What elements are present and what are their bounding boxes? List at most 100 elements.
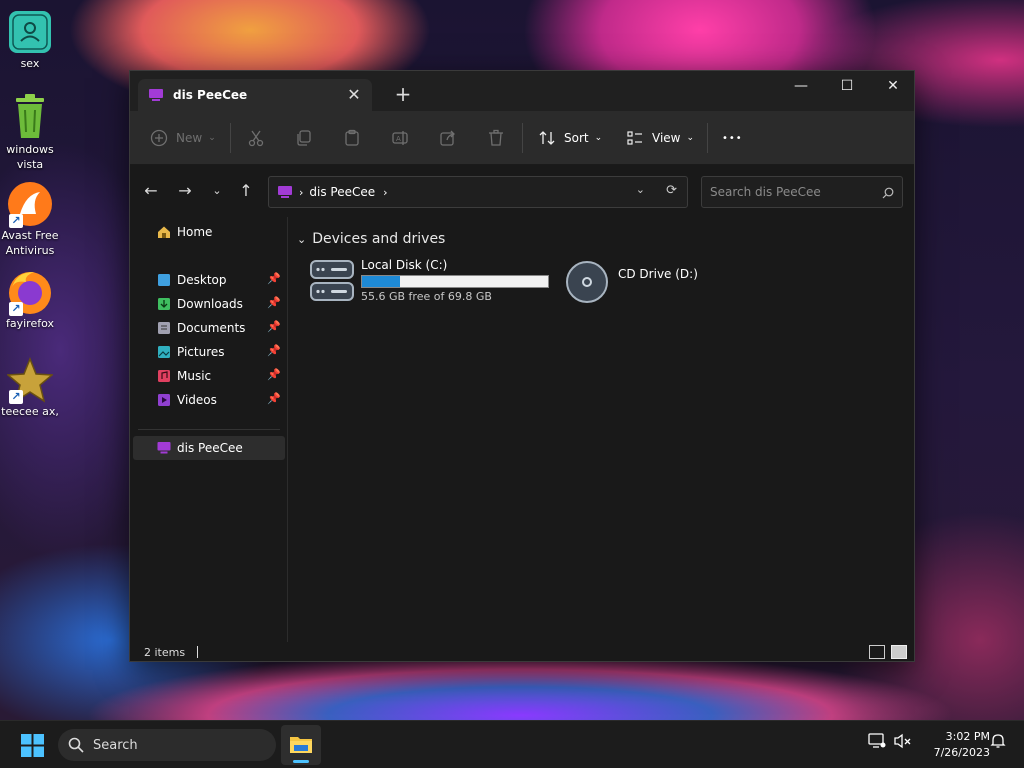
search-input[interactable] [701, 176, 903, 208]
clock-date: 7/26/2023 [933, 746, 990, 759]
close-window-button[interactable]: ✕ [870, 71, 916, 103]
group-header-devices[interactable]: ⌄ Devices and drives [297, 231, 445, 247]
chevron-down-icon: ⌄ [686, 133, 695, 143]
breadcrumb-chevron-icon[interactable]: › [299, 186, 303, 199]
sidebar-item-home[interactable]: Home [133, 220, 285, 244]
sidebar-item-videos[interactable]: Videos 📌 [133, 388, 285, 412]
this-pc-icon [157, 442, 171, 454]
cut-button[interactable] [247, 124, 265, 152]
tab-this-pc[interactable]: dis PeeCee ✕ [138, 79, 372, 111]
breadcrumb-this-pc[interactable]: dis PeeCee [309, 185, 375, 199]
taskbar-file-explorer[interactable] [281, 725, 321, 765]
volume-muted-icon[interactable] [894, 733, 912, 753]
chevron-down-icon: ⌄ [594, 133, 603, 143]
shortcut-arrow-icon: ↗ [9, 214, 23, 228]
drive-usage-bar [361, 275, 549, 288]
desktop-icon-firefox[interactable]: ↗ fayirefox [0, 268, 60, 331]
minimize-button[interactable]: — [778, 71, 824, 103]
network-icon[interactable] [868, 733, 886, 753]
videos-folder-icon [158, 394, 170, 406]
sidebar-item-this-pc[interactable]: dis PeeCee [133, 436, 285, 460]
system-clock[interactable]: 3:02 PM 7/26/2023 [916, 729, 990, 761]
chevron-down-icon: ⌄ [297, 232, 307, 246]
notifications-icon[interactable] [990, 733, 1006, 753]
command-bar: New ⌄ A Sort ⌄ View ⌄ ••• [130, 111, 914, 165]
rename-button[interactable]: A [391, 124, 409, 152]
content-area: ⌄ Devices and drives Local Disk (C:) 55.… [289, 217, 914, 642]
search-icon[interactable] [882, 187, 894, 199]
taskbar-search[interactable]: Search [58, 729, 276, 761]
back-arrow-icon[interactable]: ← [139, 179, 163, 203]
toolbar-divider [707, 123, 708, 153]
sidebar-item-downloads[interactable]: Downloads 📌 [133, 292, 285, 316]
desktop-icon-label: windows vista [6, 143, 54, 171]
taskbar-search-label: Search [93, 737, 138, 753]
chevron-down-icon: ⌄ [208, 133, 216, 143]
windows-start-icon[interactable] [21, 734, 44, 757]
avast-icon: ↗ [6, 180, 54, 228]
toolbar-divider [522, 123, 523, 153]
desktop-icon-label: fayirefox [5, 317, 54, 330]
more-options-button[interactable]: ••• [722, 124, 743, 152]
close-tab-button[interactable]: ✕ [344, 85, 364, 105]
desktop-icon-recycle-bin[interactable]: windows vista [0, 94, 60, 172]
pin-icon[interactable]: 📌 [267, 344, 281, 357]
desktop-icon-avast[interactable]: ↗ Avast Free Antivirus [0, 180, 60, 258]
new-button[interactable]: New ⌄ [150, 124, 216, 152]
pin-icon[interactable]: 📌 [267, 392, 281, 405]
refresh-icon[interactable]: ⟳ [666, 183, 677, 198]
taskbar: Search 3:02 PM 7/26/2023 [0, 720, 1024, 768]
address-dropdown-chevron-icon[interactable]: ⌄ [636, 183, 645, 196]
details-view-icon[interactable] [869, 645, 885, 659]
sidebar-item-pictures[interactable]: Pictures 📌 [133, 340, 285, 364]
sidebar-item-desktop[interactable]: Desktop 📌 [133, 268, 285, 292]
desktop-icon-label: Avast Free Antivirus [1, 229, 59, 257]
pin-icon[interactable]: 📌 [267, 368, 281, 381]
share-button[interactable] [439, 124, 457, 152]
sort-button[interactable]: Sort ⌄ [538, 124, 602, 152]
cd-drive-icon [566, 261, 608, 303]
shortcut-arrow-icon: ↗ [9, 390, 23, 404]
pin-icon[interactable]: 📌 [267, 320, 281, 333]
new-label: New [176, 131, 203, 145]
pictures-folder-icon [158, 346, 170, 358]
drive-name: Local Disk (C:) [361, 258, 448, 272]
desktop-icon-label: teecee ax, [1, 405, 59, 418]
title-bar[interactable]: dis PeeCee ✕ + — ☐ ✕ [130, 71, 914, 111]
music-folder-icon [158, 370, 170, 382]
new-tab-button[interactable]: + [392, 83, 414, 105]
sidebar-item-music[interactable]: Music 📌 [133, 364, 285, 388]
file-explorer-icon [290, 737, 312, 753]
recycle-bin-icon [6, 94, 54, 142]
copy-button[interactable] [295, 124, 313, 152]
drive-cd-d[interactable]: CD Drive (D:) [564, 259, 698, 305]
up-arrow-icon[interactable]: ↑ [234, 179, 258, 203]
firefox-icon: ↗ [6, 268, 54, 316]
paste-button[interactable] [343, 124, 361, 152]
drive-usage-fill [362, 276, 400, 287]
forward-arrow-icon[interactable]: → [173, 179, 197, 203]
documents-folder-icon [158, 322, 170, 334]
maximize-button[interactable]: ☐ [824, 71, 870, 103]
pin-icon[interactable]: 📌 [267, 272, 281, 285]
recent-locations-chevron-icon[interactable]: ⌄ [205, 179, 229, 203]
trash-icon [489, 129, 503, 146]
pin-icon[interactable]: 📌 [267, 296, 281, 309]
this-pc-icon [149, 89, 163, 101]
sidebar-item-documents[interactable]: Documents 📌 [133, 316, 285, 340]
shortcut-arrow-icon: ↗ [9, 302, 23, 316]
drive-name: CD Drive (D:) [618, 267, 698, 281]
tiles-view-icon[interactable] [891, 645, 907, 659]
address-bar[interactable]: › dis PeeCee › ⌄ ⟳ [268, 176, 688, 208]
desktop-icon-sex[interactable]: sex [0, 8, 60, 71]
view-button[interactable]: View ⌄ [626, 124, 694, 152]
desktop-icon-teecee[interactable]: ↗ teecee ax, [0, 356, 60, 419]
tab-title: dis PeeCee [173, 88, 248, 102]
delete-button[interactable] [487, 124, 505, 152]
this-pc-icon [278, 186, 292, 198]
drive-local-disk-c[interactable]: Local Disk (C:) 55.6 GB free of 69.8 GB [309, 257, 549, 303]
status-bar: 2 items [130, 642, 914, 662]
active-app-indicator [293, 760, 309, 763]
sort-label: Sort [564, 131, 589, 145]
breadcrumb-chevron-icon[interactable]: › [383, 186, 387, 199]
